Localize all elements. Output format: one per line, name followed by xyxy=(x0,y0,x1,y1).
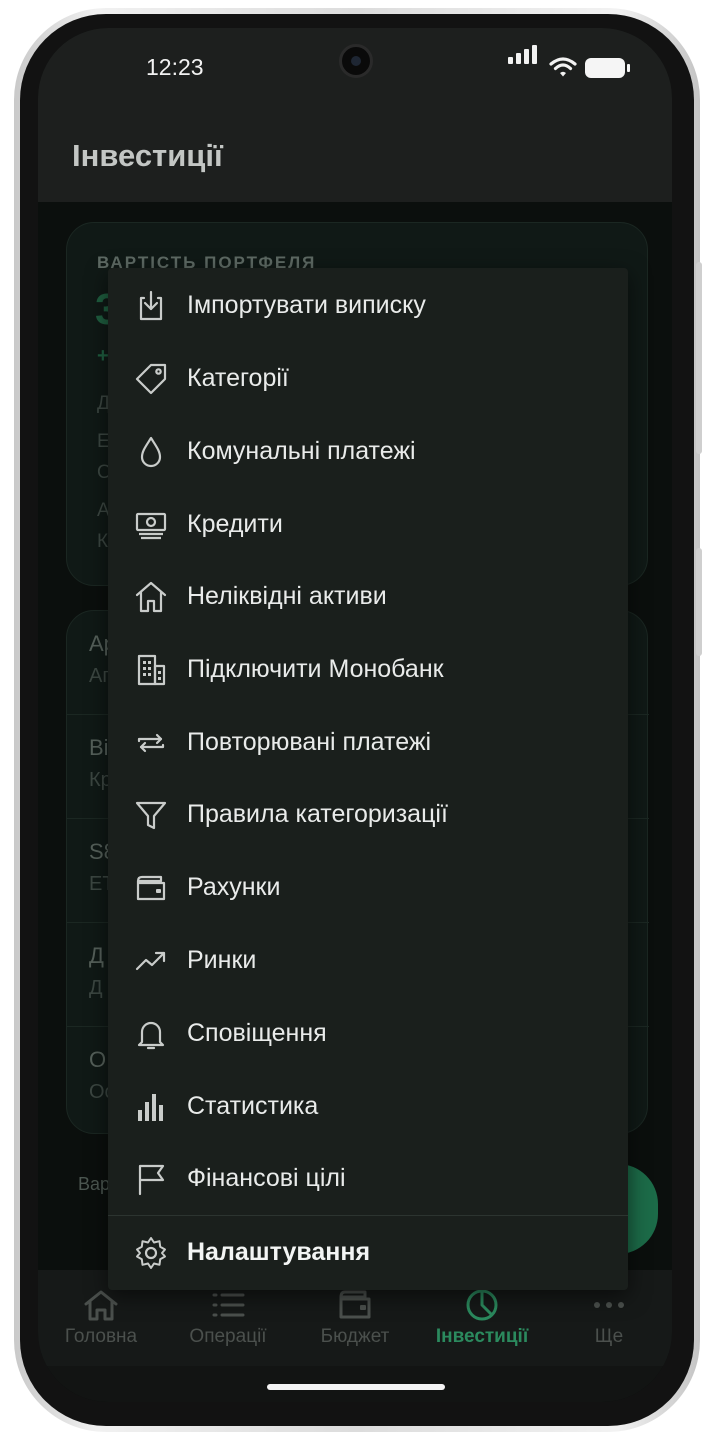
menu-item-label: Підключити Монобанк xyxy=(187,655,444,683)
menu-item-utility-payments[interactable]: Комунальні платежі xyxy=(108,416,628,488)
nav-label: Головна xyxy=(64,1326,138,1347)
home-indicator xyxy=(267,1384,445,1390)
footer-text: Вар xyxy=(78,1174,111,1194)
pie-chart-icon xyxy=(466,1289,498,1321)
page-title: Інвестиції xyxy=(72,138,223,173)
wifi-icon xyxy=(549,57,577,77)
menu-item-label: Повторювані платежі xyxy=(187,728,432,756)
money-icon xyxy=(135,512,167,540)
menu-item-categories[interactable]: Категорії xyxy=(108,343,628,415)
menu-item-recurring-payments[interactable]: Повторювані платежі xyxy=(108,707,628,779)
bar-chart-icon xyxy=(138,1094,163,1121)
status-bar: 12:23 xyxy=(38,28,672,110)
menu-divider xyxy=(108,1215,628,1216)
phone-power-button xyxy=(696,548,702,656)
battery-icon xyxy=(585,58,630,78)
holding-name: Д xyxy=(89,943,104,968)
holding-name: О xyxy=(89,1047,107,1072)
portfolio-row-label: К xyxy=(97,531,109,552)
menu-item-label: Фінансові цілі xyxy=(187,1164,346,1192)
menu-item-connect-monobank[interactable]: Підключити Монобанк xyxy=(108,634,628,706)
holding-name: Ві xyxy=(89,735,109,760)
overflow-menu: Імпортувати виписку Категорії Комунальні… xyxy=(108,268,628,1290)
menu-item-label: Неліквідні активи xyxy=(187,582,387,610)
house-icon xyxy=(135,581,167,613)
menu-item-label: Імпортувати виписку xyxy=(187,291,426,319)
wallet-icon xyxy=(339,1290,371,1319)
drop-icon xyxy=(140,436,162,468)
screen: 12:23 Інвестиції ВАРТІСТЬ ПОРТФЕЛЯ 3 + Д… xyxy=(38,28,672,1402)
menu-item-label: Правила категоризації xyxy=(187,800,448,828)
home-icon xyxy=(84,1290,118,1321)
filter-icon xyxy=(135,801,167,830)
menu-item-label: Кредити xyxy=(187,510,283,538)
menu-item-import-statement[interactable]: Імпортувати виписку xyxy=(108,270,628,342)
portfolio-change: + xyxy=(97,345,109,367)
phone-volume-button xyxy=(696,262,702,454)
front-camera xyxy=(339,44,373,78)
nav-label: Операції xyxy=(189,1326,267,1347)
menu-item-notifications[interactable]: Сповіщення xyxy=(108,998,628,1070)
trend-icon xyxy=(135,951,166,971)
menu-item-label: Комунальні платежі xyxy=(187,437,416,465)
menu-item-label: Статистика xyxy=(187,1092,319,1120)
gear-icon xyxy=(136,1237,166,1269)
nav-label: Ще xyxy=(594,1326,624,1347)
tag-icon xyxy=(135,363,167,395)
bell-icon xyxy=(137,1021,165,1050)
repeat-icon xyxy=(137,733,165,753)
nav-label: Бюджет xyxy=(320,1326,390,1347)
menu-item-label: Сповіщення xyxy=(187,1019,327,1047)
menu-item-markets[interactable]: Ринки xyxy=(108,925,628,997)
app-header: Інвестиції xyxy=(38,110,672,202)
status-time: 12:23 xyxy=(146,54,204,80)
list-icon xyxy=(212,1293,245,1317)
flag-icon xyxy=(138,1164,165,1196)
nav-label: Інвестиції xyxy=(435,1326,529,1347)
menu-item-label: Налаштування xyxy=(187,1238,371,1266)
menu-item-financial-goals[interactable]: Фінансові цілі xyxy=(108,1143,628,1215)
import-icon xyxy=(139,290,163,321)
menu-item-credits[interactable]: Кредити xyxy=(108,489,628,561)
menu-item-label: Рахунки xyxy=(187,873,281,901)
menu-item-settings[interactable]: Налаштування xyxy=(108,1217,628,1289)
more-icon xyxy=(594,1302,624,1308)
wallet-icon xyxy=(136,875,166,901)
bank-icon xyxy=(137,654,166,686)
menu-item-label: Категорії xyxy=(187,364,289,392)
menu-item-categorization-rules[interactable]: Правила категоризації xyxy=(108,779,628,851)
menu-item-statistics[interactable]: Статистика xyxy=(108,1071,628,1143)
menu-item-accounts[interactable]: Рахунки xyxy=(108,852,628,924)
menu-item-illiquid-assets[interactable]: Неліквідні активи xyxy=(108,561,628,633)
holding-subtitle: Д xyxy=(89,977,103,999)
menu-item-label: Ринки xyxy=(187,946,257,974)
